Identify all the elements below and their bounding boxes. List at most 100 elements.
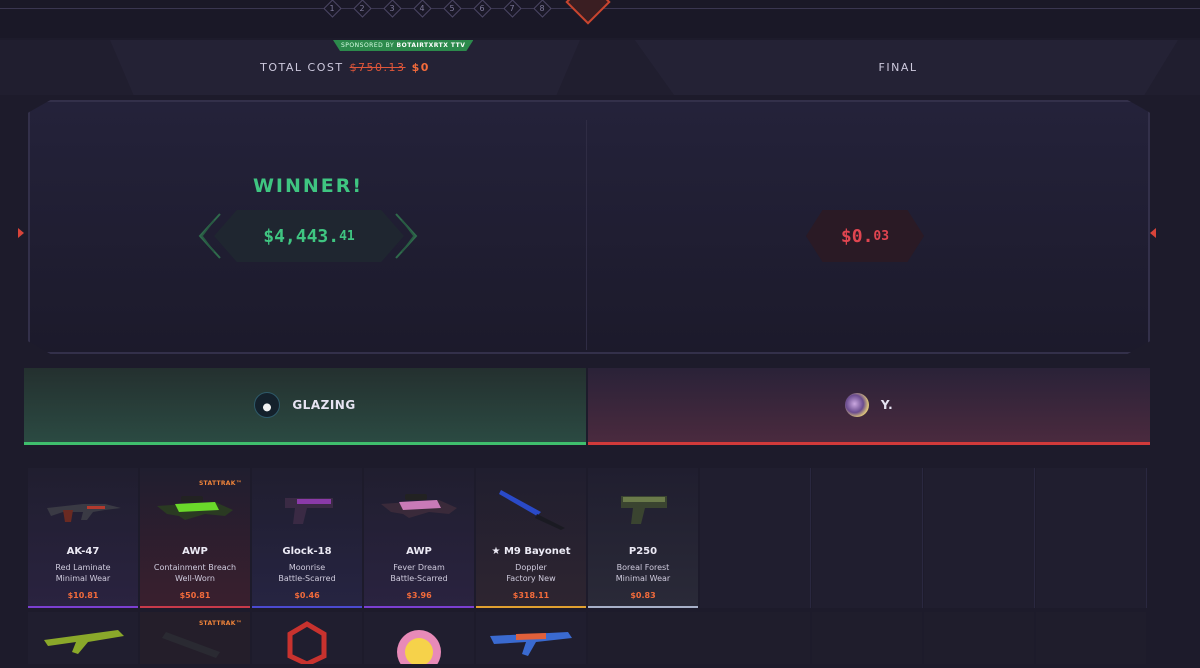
round-4[interactable]: 4 — [410, 0, 434, 16]
round-label: 3 — [389, 3, 395, 13]
item-skin: Fever Dream — [393, 563, 445, 572]
rarity-bar — [364, 606, 474, 608]
empty-slot — [924, 468, 1035, 608]
glock-image-icon — [285, 498, 333, 524]
ak47-image-icon — [47, 504, 121, 522]
item-skin: Moonrise — [288, 563, 326, 572]
round-label: 7 — [509, 3, 515, 13]
final-label: FINAL — [878, 61, 918, 74]
empty-slot — [924, 612, 1034, 664]
item-price: $10.81 — [67, 591, 99, 600]
item-price: $3.96 — [406, 591, 432, 600]
round-label: 6 — [479, 3, 485, 13]
team-right-name: Y. — [880, 398, 894, 412]
avatar — [844, 393, 869, 417]
round-indicators: 1 2 3 4 5 6 7 8 — [320, 0, 554, 18]
winner-amount: $4,443. 41 — [214, 210, 404, 262]
round-label: 5 — [449, 3, 455, 13]
stattrak-label: STATTRAK™ — [198, 620, 242, 627]
round-label: 8 — [539, 3, 545, 13]
item-card-partial[interactable] — [476, 612, 586, 664]
winner-amount-main: $4,443. — [263, 225, 340, 247]
rarity-bar — [28, 606, 138, 608]
item-skin: Containment Breach — [153, 563, 237, 572]
sponsor-prefix: SPONSORED BY — [341, 42, 395, 49]
team-left[interactable]: GLAZING — [24, 368, 586, 445]
round-6[interactable]: 6 — [470, 0, 494, 16]
round-label: 1 — [329, 3, 335, 13]
rifle-image-icon — [44, 630, 124, 654]
winner-amount-cents: 41 — [339, 228, 355, 244]
item-skin: Boreal Forest — [616, 563, 670, 572]
item-name: ★ M9 Bayonet — [491, 546, 571, 557]
item-name: P250 — [628, 546, 658, 557]
round-label: 2 — [359, 3, 365, 13]
p250-image-icon — [621, 496, 667, 524]
old-cost: $750.13 — [349, 61, 406, 74]
item-card-partial[interactable] — [364, 612, 474, 668]
item-card-partial[interactable] — [252, 612, 362, 667]
total-cost-label: TOTAL COST — [260, 61, 344, 74]
rarity-bar — [588, 606, 698, 608]
round-label: 4 — [419, 3, 425, 13]
item-card[interactable]: STATTRAK™ AWP Containment Breach Well-Wo… — [140, 468, 250, 608]
rarity-bar — [140, 606, 250, 608]
item-card-partial[interactable]: STATTRAK™ — [140, 612, 250, 664]
round-1[interactable]: 1 — [320, 0, 344, 16]
item-price: $50.81 — [179, 591, 211, 600]
empty-slot — [812, 468, 923, 608]
awp-image-icon — [381, 494, 457, 518]
item-price: $0.46 — [294, 591, 320, 600]
empty-slot — [700, 612, 810, 664]
sponsor-name: BOTAIRTXRTX TTV — [396, 42, 466, 49]
left-arrow-icon[interactable] — [18, 228, 24, 238]
item-card[interactable]: Glock-18 Moonrise Battle-Scarred $0.46 — [252, 468, 362, 608]
knife-image-icon — [499, 490, 565, 530]
rarity-bar — [252, 606, 362, 608]
round-8[interactable]: 8 — [530, 0, 554, 16]
panel-divider — [586, 120, 587, 350]
item-wear: Battle-Scarred — [278, 574, 336, 583]
loser-amount: $0. 03 — [806, 210, 924, 262]
team-right[interactable]: Y. — [588, 368, 1150, 445]
item-card[interactable]: AK-47 Red Laminate Minimal Wear $10.81 — [28, 468, 138, 608]
item-card[interactable]: ★ M9 Bayonet Doppler Factory New $318.11 — [476, 468, 586, 608]
item-wear: Minimal Wear — [615, 574, 671, 583]
rarity-bar — [476, 606, 586, 608]
item-card[interactable]: AWP Fever Dream Battle-Scarred $3.96 — [364, 468, 474, 608]
item-wear: Well-Worn — [175, 574, 215, 583]
item-wear: Minimal Wear — [55, 574, 111, 583]
empty-slot — [1036, 468, 1147, 608]
item-name: AWP — [406, 546, 432, 557]
rifle-image-icon — [490, 632, 572, 656]
item-name: Glock-18 — [282, 546, 332, 557]
sponsor-badge[interactable]: SPONSORED BY BOTAIRTXRTX TTV — [333, 40, 474, 51]
loser-amount-cents: 03 — [873, 228, 890, 244]
item-price: $318.11 — [512, 591, 550, 600]
empty-slot — [1036, 612, 1146, 664]
item-name: AWP — [182, 546, 208, 557]
round-7[interactable]: 7 — [500, 0, 524, 16]
loser-amount-main: $0. — [840, 225, 874, 247]
round-3[interactable]: 3 — [380, 0, 404, 16]
right-arrow-icon[interactable] — [1150, 228, 1156, 238]
item-card[interactable]: P250 Boreal Forest Minimal Wear $0.83 — [588, 468, 698, 608]
winner-label: WINNER! — [252, 175, 364, 197]
sticker-image-icon — [287, 621, 327, 667]
avatar — [254, 392, 281, 418]
item-price: $0.83 — [630, 591, 656, 600]
item-skin: Doppler — [515, 563, 547, 572]
round-2[interactable]: 2 — [350, 0, 374, 16]
round-5[interactable]: 5 — [440, 0, 464, 16]
item-skin: Red Laminate — [55, 563, 111, 572]
empty-slot — [588, 612, 700, 664]
final-header: FINAL — [634, 40, 1178, 95]
item-wear: Battle-Scarred — [390, 574, 448, 583]
item-name: AK-47 — [66, 546, 100, 557]
sticker-image-icon — [397, 630, 441, 668]
item-wear: Factory New — [506, 574, 556, 583]
new-cost: $0 — [411, 61, 430, 74]
item-card-partial[interactable] — [28, 612, 138, 664]
empty-slot — [700, 468, 811, 608]
team-left-name: GLAZING — [292, 398, 356, 412]
